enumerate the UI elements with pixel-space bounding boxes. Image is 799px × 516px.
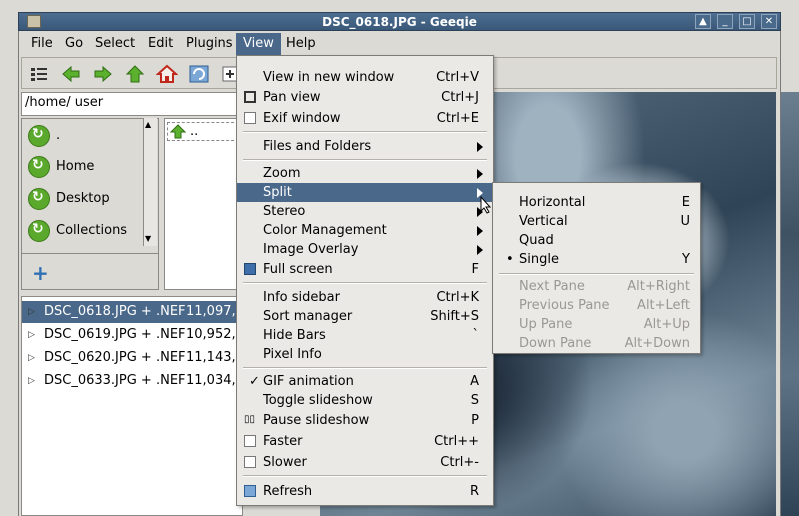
menu-item-single[interactable]: • Single Y bbox=[493, 250, 700, 269]
view-menu: View in new window Ctrl+V Pan view Ctrl+J … bbox=[236, 55, 494, 506]
bookmark-collections[interactable]: Collections bbox=[22, 216, 142, 246]
menu-plugins[interactable]: Plugins bbox=[179, 33, 240, 55]
separator bbox=[243, 131, 487, 133]
expand-icon[interactable]: ▷ bbox=[28, 370, 35, 392]
menu-item-info-sidebar[interactable]: Info sidebar Ctrl+K bbox=[237, 288, 493, 307]
menu-item-color-management[interactable]: Color Management bbox=[237, 221, 493, 240]
menu-item-slower[interactable]: Slower Ctrl+- bbox=[237, 453, 493, 472]
menu-item-down-pane[interactable]: Down Pane Alt+Down bbox=[493, 334, 700, 353]
menu-item-view-new-window[interactable]: View in new window Ctrl+V bbox=[237, 68, 493, 87]
separator bbox=[243, 475, 487, 477]
menu-item-pause-slideshow[interactable]: ▯▯ Pause slideshow P bbox=[237, 411, 493, 430]
submenu-arrow-icon bbox=[477, 245, 483, 255]
window-title: DSC_0618.JPG - Geeqie bbox=[322, 15, 477, 29]
menu-item-quad[interactable]: Quad bbox=[493, 231, 700, 250]
menu-item-full-screen[interactable]: Full screen F bbox=[237, 260, 493, 279]
radio-dot-icon: • bbox=[506, 252, 514, 267]
file-list: ▷ DSC_0618.JPG + .NEF 11,097,( ▷ DSC_0619.J… bbox=[21, 296, 243, 516]
pan-view-icon bbox=[244, 91, 256, 103]
menu-item-previous-pane[interactable]: Previous Pane Alt+Left bbox=[493, 296, 700, 315]
checkmark-icon: ✓ bbox=[249, 374, 260, 389]
scroll-up-icon[interactable]: ▲ bbox=[145, 120, 151, 129]
bookmark-home[interactable]: Home bbox=[22, 152, 142, 182]
folder-go-icon bbox=[28, 220, 50, 242]
separator bbox=[243, 282, 487, 284]
menu-help[interactable]: Help bbox=[279, 33, 323, 55]
menu-item-toggle-slideshow[interactable]: Toggle slideshow S bbox=[237, 391, 493, 410]
faster-icon bbox=[244, 435, 256, 447]
menu-item-horizontal[interactable]: Horizontal E bbox=[493, 193, 700, 212]
menu-item-zoom[interactable]: Zoom bbox=[237, 164, 493, 183]
bookmark-desktop[interactable]: Desktop bbox=[22, 184, 142, 214]
refresh-icon bbox=[244, 485, 256, 497]
menu-view[interactable]: View bbox=[236, 33, 281, 55]
up-folder-icon bbox=[170, 124, 186, 139]
refresh-icon[interactable] bbox=[188, 64, 210, 84]
scroll-down-icon[interactable]: ▼ bbox=[145, 234, 151, 243]
plus-icon[interactable]: + bbox=[32, 263, 49, 283]
mouse-cursor-icon bbox=[480, 196, 492, 214]
forward-icon[interactable] bbox=[92, 64, 114, 84]
slower-icon bbox=[244, 456, 256, 468]
menu-item-split[interactable]: Split bbox=[237, 183, 493, 202]
title-bar[interactable]: DSC_0618.JPG - Geeqie ▲ _ □ ✕ bbox=[18, 12, 781, 31]
up-icon[interactable] bbox=[124, 64, 146, 84]
pause-icon: ▯▯ bbox=[244, 414, 256, 425]
menu-item-refresh[interactable]: Refresh R bbox=[237, 482, 493, 501]
folder-go-icon bbox=[28, 188, 50, 210]
table-row[interactable]: ▷ DSC_0620.JPG + .NEF 11,143,1 bbox=[22, 347, 242, 369]
separator bbox=[499, 273, 694, 275]
menu-file[interactable]: File bbox=[24, 33, 60, 55]
menu-item-exif-window[interactable]: Exif window Ctrl+E bbox=[237, 109, 493, 128]
expand-icon[interactable]: ▷ bbox=[28, 301, 35, 323]
expand-icon[interactable]: ▷ bbox=[28, 347, 35, 369]
folder-go-icon bbox=[28, 156, 50, 178]
exif-icon bbox=[244, 112, 256, 124]
menu-bar: File Go Select Edit Plugins View Help bbox=[20, 33, 780, 55]
bookmarks-panel: . Home Desktop Collections + bbox=[21, 118, 159, 290]
shade-icon[interactable]: ▲ bbox=[695, 14, 711, 29]
menu-item-pan-view[interactable]: Pan view Ctrl+J bbox=[237, 88, 493, 107]
menu-select[interactable]: Select bbox=[88, 33, 142, 55]
menu-item-hide-bars[interactable]: Hide Bars ` bbox=[237, 326, 493, 345]
menu-item-gif-animation[interactable]: ✓ GIF animation A bbox=[237, 372, 493, 391]
bookmarks-scrollbar[interactable]: ▲ ▼ bbox=[143, 118, 157, 246]
submenu-arrow-icon bbox=[477, 169, 483, 179]
minimize-icon[interactable]: _ bbox=[717, 14, 733, 29]
list-item[interactable]: .. bbox=[167, 122, 239, 141]
table-row[interactable]: ▷ DSC_0633.JPG + .NEF 11,034,5 bbox=[22, 370, 242, 392]
fullscreen-icon bbox=[244, 263, 256, 275]
back-icon[interactable] bbox=[60, 64, 82, 84]
menu-item-next-pane[interactable]: Next Pane Alt+Right bbox=[493, 277, 700, 296]
menu-item-stereo[interactable]: Stereo bbox=[237, 202, 493, 221]
thumbnails-icon[interactable] bbox=[28, 64, 50, 84]
background-photo bbox=[781, 92, 799, 516]
separator bbox=[243, 367, 487, 369]
expand-icon[interactable]: ▷ bbox=[28, 324, 35, 346]
folder-go-icon bbox=[28, 125, 50, 147]
maximize-icon[interactable]: □ bbox=[739, 14, 755, 29]
table-row[interactable]: ▷ DSC_0618.JPG + .NEF 11,097,( bbox=[22, 301, 242, 323]
menu-item-pixel-info[interactable]: Pixel Info bbox=[237, 345, 493, 364]
menu-item-vertical[interactable]: Vertical U bbox=[493, 212, 700, 231]
submenu-arrow-icon bbox=[477, 142, 483, 152]
menu-go[interactable]: Go bbox=[58, 33, 90, 55]
menu-item-image-overlay[interactable]: Image Overlay bbox=[237, 240, 493, 259]
split-submenu: Horizontal E Vertical U Quad • Single Y Next… bbox=[492, 182, 701, 354]
menu-edit[interactable]: Edit bbox=[141, 33, 180, 55]
table-row[interactable]: ▷ DSC_0619.JPG + .NEF 10,952,( bbox=[22, 324, 242, 346]
close-icon[interactable]: ✕ bbox=[761, 14, 777, 29]
menu-item-up-pane[interactable]: Up Pane Alt+Up bbox=[493, 315, 700, 334]
bookmark-current[interactable]: . bbox=[22, 121, 142, 151]
folder-list: .. bbox=[164, 118, 242, 290]
menu-item-sort-manager[interactable]: Sort manager Shift+S bbox=[237, 307, 493, 326]
separator bbox=[243, 159, 487, 161]
submenu-arrow-icon bbox=[477, 226, 483, 236]
divider bbox=[22, 253, 158, 254]
menu-item-files-folders[interactable]: Files and Folders bbox=[237, 137, 493, 156]
path-input[interactable]: /home/ user bbox=[21, 92, 243, 116]
menu-item-faster[interactable]: Faster Ctrl++ bbox=[237, 432, 493, 451]
home-icon[interactable] bbox=[156, 64, 178, 84]
